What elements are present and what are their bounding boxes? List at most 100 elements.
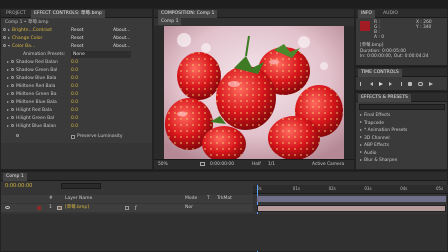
zoom-select[interactable]: 50% [158, 160, 168, 169]
time-ruler[interactable]: 0s 01s 02s 03s 04s 05s [253, 185, 448, 252]
effects-item-3d-channel[interactable]: 3D Channel [360, 135, 407, 143]
expand-arrow-icon[interactable] [7, 92, 9, 95]
param-row[interactable]: Shadow Green Bal 0.0 [3, 67, 150, 75]
param-row[interactable]: Midtone Red Bala 0.0 [3, 83, 150, 91]
effect-row-brightness[interactable]: Brightn...Contrast Reset About... [3, 27, 150, 35]
reset-link[interactable]: Reset [71, 35, 84, 43]
viewer-timecode[interactable]: 0:00:00:00 [210, 160, 234, 169]
expand-arrow-icon[interactable] [360, 128, 362, 131]
effects-item-abp[interactable]: ABP Effects [360, 142, 407, 150]
param-value[interactable]: 0.0 [71, 123, 78, 131]
expand-arrow-icon[interactable] [360, 143, 362, 146]
param-row[interactable]: Hilight Blue Balan 0.0 [3, 123, 150, 131]
expand-arrow-icon[interactable] [360, 136, 362, 138]
expand-arrow-icon[interactable] [7, 116, 9, 119]
param-value[interactable]: 0.0 [71, 99, 78, 107]
comp-subtab[interactable]: Comp 1 [158, 18, 182, 25]
param-row[interactable]: Hilight Red Bala 0.0 [3, 107, 150, 115]
snapshot-icon[interactable] [200, 162, 205, 166]
tab-effect-controls[interactable]: EFFECT CONTROLS: 草莓.bmp [31, 10, 105, 18]
audio-icon[interactable] [408, 82, 412, 86]
expand-arrow-icon[interactable] [7, 108, 9, 111]
expand-arrow-icon[interactable] [7, 84, 9, 87]
effect-row-change-color[interactable]: Change Color Reset About... [3, 35, 150, 43]
expand-arrow-icon[interactable] [7, 68, 9, 71]
stopwatch-icon[interactable] [11, 84, 14, 87]
expand-arrow-icon[interactable] [7, 76, 9, 79]
prev-frame-icon[interactable] [370, 82, 373, 86]
resolution-select[interactable]: Half [252, 160, 261, 169]
expand-arrow-icon[interactable] [7, 60, 9, 63]
param-value[interactable]: 0.0 [71, 115, 78, 123]
expand-arrow-icon[interactable] [360, 113, 362, 116]
expand-arrow-icon[interactable] [8, 28, 10, 31]
reset-link[interactable]: Reset [71, 43, 84, 51]
expand-arrow-icon[interactable] [360, 158, 362, 161]
effects-item-animation-presets[interactable]: * Animation Presets [360, 127, 407, 135]
tab-info[interactable]: INFO [358, 10, 376, 18]
collapse-arrow-icon[interactable] [8, 44, 10, 47]
loop-icon[interactable] [418, 82, 423, 86]
ram-preview-icon[interactable] [429, 82, 433, 86]
expand-arrow-icon[interactable] [360, 121, 362, 123]
layer-mode-select[interactable]: Nor [185, 204, 193, 212]
layer-switch-icon[interactable] [125, 206, 129, 210]
effects-item-trapcode[interactable]: Trapcode [360, 120, 407, 128]
stopwatch-icon[interactable] [11, 68, 14, 71]
timeline-search-input[interactable] [61, 183, 101, 189]
stopwatch-icon[interactable] [11, 108, 14, 111]
param-value[interactable]: 0.0 [71, 75, 78, 83]
param-value[interactable]: 0.0 [71, 59, 78, 67]
stopwatch-icon[interactable] [11, 60, 14, 63]
stopwatch-icon[interactable] [11, 116, 14, 119]
first-frame-icon[interactable] [360, 82, 364, 86]
param-row[interactable]: Shadow Red Balan 0.0 [3, 59, 150, 67]
param-row[interactable]: Midtone Green Ba 0.0 [3, 91, 150, 99]
last-frame-icon[interactable] [398, 82, 402, 86]
about-link[interactable]: About... [113, 35, 131, 43]
about-link[interactable]: About... [113, 27, 131, 35]
effects-item-audio[interactable]: Audio [360, 150, 407, 158]
param-value[interactable]: 0.0 [71, 91, 78, 99]
stopwatch-icon[interactable] [11, 100, 14, 103]
tab-composition[interactable]: COMPOSITION: Comp 1 [158, 10, 218, 18]
expand-arrow-icon[interactable] [360, 151, 362, 153]
param-value[interactable]: 0.0 [71, 83, 78, 91]
param-value[interactable]: 0.0 [71, 107, 78, 115]
work-area-bar[interactable] [257, 196, 446, 202]
stopwatch-icon[interactable] [16, 134, 19, 137]
layer-color-label[interactable] [37, 206, 41, 210]
fx-icon[interactable] [3, 44, 6, 47]
tab-effects-presets[interactable]: EFFECTS & PRESETS [358, 94, 411, 102]
expand-arrow-icon[interactable] [7, 100, 9, 103]
layer-fx-icon[interactable]: ƒ [135, 205, 137, 213]
animation-presets-select[interactable]: None [71, 51, 131, 58]
tab-timeline-comp[interactable]: Comp 1 [3, 173, 27, 181]
preserve-luminosity-checkbox[interactable] [71, 135, 75, 139]
effects-item-blur[interactable]: Blur & Sharpen [360, 157, 407, 165]
effects-item-final[interactable]: Final Effects [360, 112, 407, 120]
fx-icon[interactable] [3, 36, 6, 39]
expand-arrow-icon[interactable] [8, 36, 10, 39]
tab-project[interactable]: PROJECT [3, 10, 29, 18]
tab-time-controls[interactable]: TIME CONTROLS [358, 69, 402, 77]
play-icon[interactable] [379, 82, 383, 86]
expand-arrow-icon[interactable] [7, 124, 9, 127]
layer-name[interactable]: [草莓.bmp] [65, 204, 89, 212]
timeline-layer-row[interactable]: 1 [草莓.bmp] ƒ Nor [1, 204, 253, 212]
stopwatch-icon[interactable] [11, 124, 14, 127]
param-value[interactable]: 0.0 [71, 67, 78, 75]
stopwatch-icon[interactable] [11, 76, 14, 79]
stopwatch-icon[interactable] [11, 92, 14, 95]
timeline-timecode[interactable]: 0:00:00:00 [5, 183, 32, 189]
about-link[interactable]: About... [113, 43, 131, 51]
camera-select[interactable]: Active Camera [312, 160, 344, 169]
effect-row-color-balance[interactable]: Color Ba... Reset About... [3, 43, 150, 51]
param-row[interactable]: Shadow Blue Bala 0.0 [3, 75, 150, 83]
param-row[interactable]: Hilight Green Bal 0.0 [3, 115, 150, 123]
fx-icon[interactable] [3, 28, 6, 31]
tab-audio[interactable]: AUDIO [380, 10, 401, 18]
visibility-icon[interactable] [5, 206, 10, 209]
reset-link[interactable]: Reset [71, 27, 84, 35]
layer-duration-bar[interactable] [257, 205, 446, 212]
